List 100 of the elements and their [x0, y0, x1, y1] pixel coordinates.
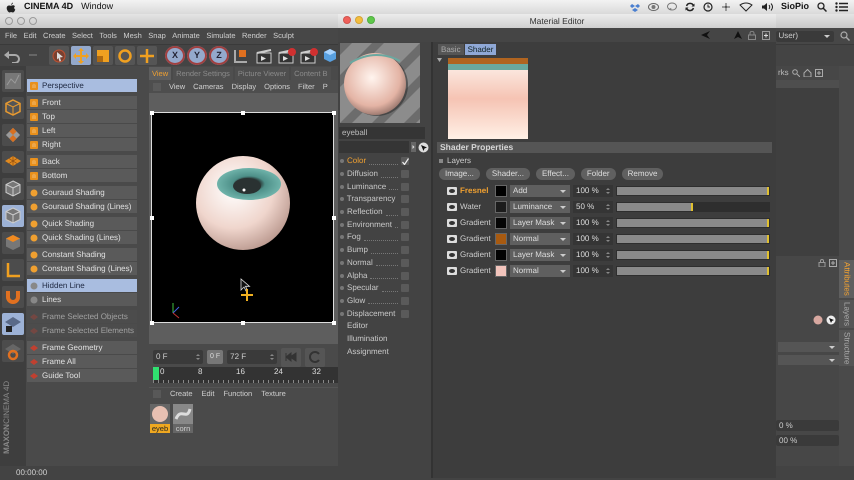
material-ball-icon[interactable] — [813, 315, 823, 325]
rotate-tool-button[interactable] — [115, 46, 135, 65]
blend-mode-dropdown[interactable]: Layer Mask — [510, 249, 570, 261]
opacity-field[interactable]: 100 % — [573, 265, 613, 277]
layer-name[interactable]: Gradient — [460, 217, 492, 229]
blend-mode-dropdown[interactable]: Layer Mask — [510, 217, 570, 229]
side-tab[interactable]: Layers — [839, 300, 854, 328]
cube-outline-mode-button[interactable] — [2, 97, 24, 119]
view-menu-item[interactable]: Perspective — [27, 79, 137, 92]
layer-action-button[interactable]: Remove — [622, 168, 664, 180]
view-menu-item[interactable]: Right — [27, 138, 137, 151]
clock-icon[interactable] — [702, 2, 713, 12]
percent-field[interactable]: 0 % — [776, 420, 839, 431]
axis-lock-button[interactable]: Y — [187, 46, 207, 65]
start-frame-field[interactable]: 0 F — [153, 350, 203, 364]
channel-label[interactable]: Alpha — [347, 270, 368, 282]
up-arrow-icon[interactable] — [734, 31, 742, 39]
clapperboard-icon[interactable] — [299, 46, 319, 64]
percent-field[interactable]: 00 % — [776, 435, 839, 446]
grid-gear-mode-button[interactable] — [2, 340, 24, 362]
undo-icon[interactable] — [3, 48, 21, 62]
eyeball-drawing[interactable] — [196, 156, 290, 250]
channel-label[interactable]: Diffusion — [347, 168, 378, 180]
view-menu-item[interactable]: Frame All — [27, 355, 137, 368]
opacity-field[interactable]: 100 % — [573, 233, 613, 245]
editor-tab[interactable]: Shader — [464, 44, 496, 55]
eye-icon[interactable] — [447, 219, 457, 227]
back-arrow-icon[interactable] — [701, 31, 710, 39]
arrows-icon[interactable] — [720, 2, 731, 12]
view-menu-item[interactable]: Back — [27, 155, 137, 168]
end-frame-field[interactable]: 72 F — [227, 350, 278, 364]
layer-swatch[interactable] — [495, 201, 507, 213]
list-icon[interactable] — [835, 2, 848, 12]
speaker-icon[interactable] — [760, 2, 773, 12]
layout-dropdown[interactable]: User) — [776, 30, 834, 42]
layer-action-button[interactable]: Image... — [439, 168, 480, 180]
opacity-field[interactable]: 50 % — [573, 201, 613, 213]
view-menu-item[interactable]: Front — [27, 96, 137, 109]
layer-name[interactable]: Gradient — [460, 265, 492, 277]
eye-icon[interactable] — [447, 203, 457, 211]
selection-handle[interactable] — [332, 216, 336, 220]
blend-mode-dropdown[interactable]: Normal — [510, 265, 570, 277]
side-tab[interactable]: Attributes — [839, 260, 854, 298]
selection-handle[interactable] — [150, 111, 154, 115]
spinner-icon[interactable] — [606, 203, 610, 211]
plus-icon[interactable] — [814, 69, 823, 77]
timeline-ruler[interactable]: 0 8 16 24 32 — [153, 367, 339, 383]
pick-icon[interactable] — [418, 142, 429, 152]
sync-icon[interactable] — [684, 2, 695, 12]
new-window-icon[interactable] — [762, 30, 770, 40]
eye-icon[interactable] — [648, 2, 659, 12]
selection-handle[interactable] — [150, 321, 154, 325]
slider-fill[interactable] — [617, 203, 693, 211]
channel-label[interactable]: Displacement — [346, 308, 396, 320]
caret-icon[interactable] — [559, 188, 567, 194]
chat-bubble-icon[interactable] — [666, 2, 677, 12]
dropdown-field[interactable] — [778, 355, 839, 365]
view-menu-item[interactable]: Bottom — [27, 169, 137, 182]
selection-handle[interactable] — [332, 111, 336, 115]
spinner-icon[interactable] — [606, 251, 610, 259]
pick-icon[interactable] — [826, 315, 836, 325]
side-tab[interactable]: Structure — [839, 330, 854, 366]
app-menu[interactable]: CINEMA 4D — [24, 0, 74, 14]
view-menu-item[interactable]: Quick Shading — [27, 217, 137, 230]
blend-mode-dropdown[interactable]: Luminance — [510, 201, 570, 213]
channel-label[interactable]: Color — [347, 155, 366, 168]
go-to-start-button[interactable] — [281, 348, 302, 366]
layer-action-button[interactable]: Folder — [580, 168, 616, 180]
lock-icon[interactable] — [748, 30, 756, 40]
view-menu-item[interactable]: Frame Geometry — [27, 341, 137, 354]
view-menu-item[interactable]: Gouraud Shading — [27, 186, 137, 199]
blend-mode-dropdown[interactable]: Normal — [510, 233, 570, 245]
cube-icon[interactable] — [323, 48, 337, 64]
caret-icon[interactable] — [559, 236, 567, 242]
cube-mode-button[interactable] — [2, 178, 24, 200]
tile-mode-button[interactable] — [2, 124, 24, 146]
layer-name[interactable]: Fresnel — [460, 185, 492, 197]
spinner-icon[interactable] — [606, 267, 610, 275]
points-mode-button[interactable] — [2, 70, 24, 92]
layer-swatch[interactable] — [495, 185, 507, 197]
eye-icon[interactable] — [447, 235, 457, 243]
axis-lock-button[interactable]: Z — [209, 46, 229, 65]
view-menu-item[interactable]: Lines — [27, 293, 137, 306]
channel-label[interactable]: Bump — [347, 244, 368, 256]
channel-label[interactable]: Environment — [347, 218, 392, 231]
viewport-canvas[interactable] — [151, 112, 334, 323]
view-menu-item[interactable]: Quick Shading (Lines) — [27, 231, 137, 244]
link-field[interactable] — [339, 141, 409, 153]
channel-label[interactable]: Illumination — [347, 332, 388, 345]
channel-label[interactable]: Editor — [347, 320, 368, 332]
opacity-field[interactable]: 100 % — [573, 249, 613, 261]
user-name[interactable]: SioPio — [780, 0, 809, 14]
layer-swatch[interactable] — [495, 233, 507, 245]
menu-item[interactable]: Window — [81, 0, 114, 14]
layer-action-button[interactable]: Effect... — [536, 168, 575, 180]
cluster-icon[interactable] — [630, 2, 640, 12]
material-name-field[interactable]: eyeball — [339, 127, 425, 139]
axis-lock-button[interactable]: X — [165, 46, 185, 65]
editor-tab[interactable]: Basic — [438, 44, 464, 55]
layer-name[interactable]: Gradient — [460, 233, 492, 245]
